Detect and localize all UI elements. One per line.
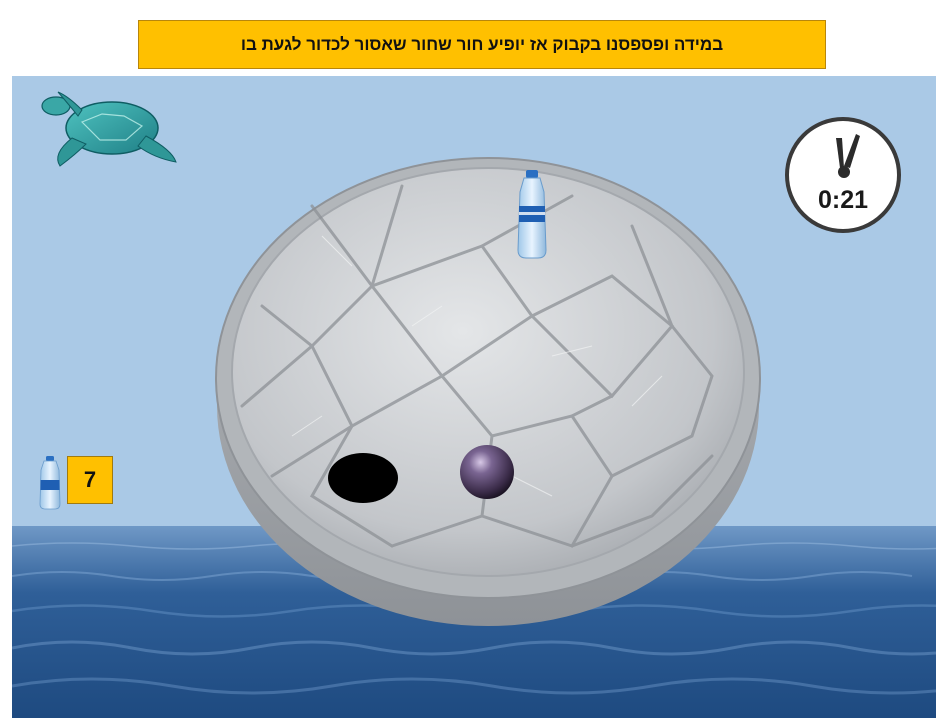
instruction-text: במידה ופספסנו בקבוק אז יופיע חור שחור שא… xyxy=(240,34,724,54)
sea-turtle-icon xyxy=(41,91,177,167)
bottle-counter: 7 xyxy=(67,456,113,504)
water-bottle-icon xyxy=(39,456,61,510)
black-hole xyxy=(328,453,398,503)
clock-icon xyxy=(785,117,901,233)
player-ball[interactable] xyxy=(460,445,514,499)
bottle-count-value: 7 xyxy=(83,467,97,492)
timer-value: 0:21 xyxy=(817,186,869,214)
game-stage: במידה ופספסנו בקבוק אז יופיע חור שחור שא… xyxy=(0,0,936,718)
stone-platform xyxy=(215,157,761,626)
water-bottle-item xyxy=(517,170,547,259)
instruction-banner: במידה ופספסנו בקבוק אז יופיע חור שחור שא… xyxy=(138,20,826,69)
